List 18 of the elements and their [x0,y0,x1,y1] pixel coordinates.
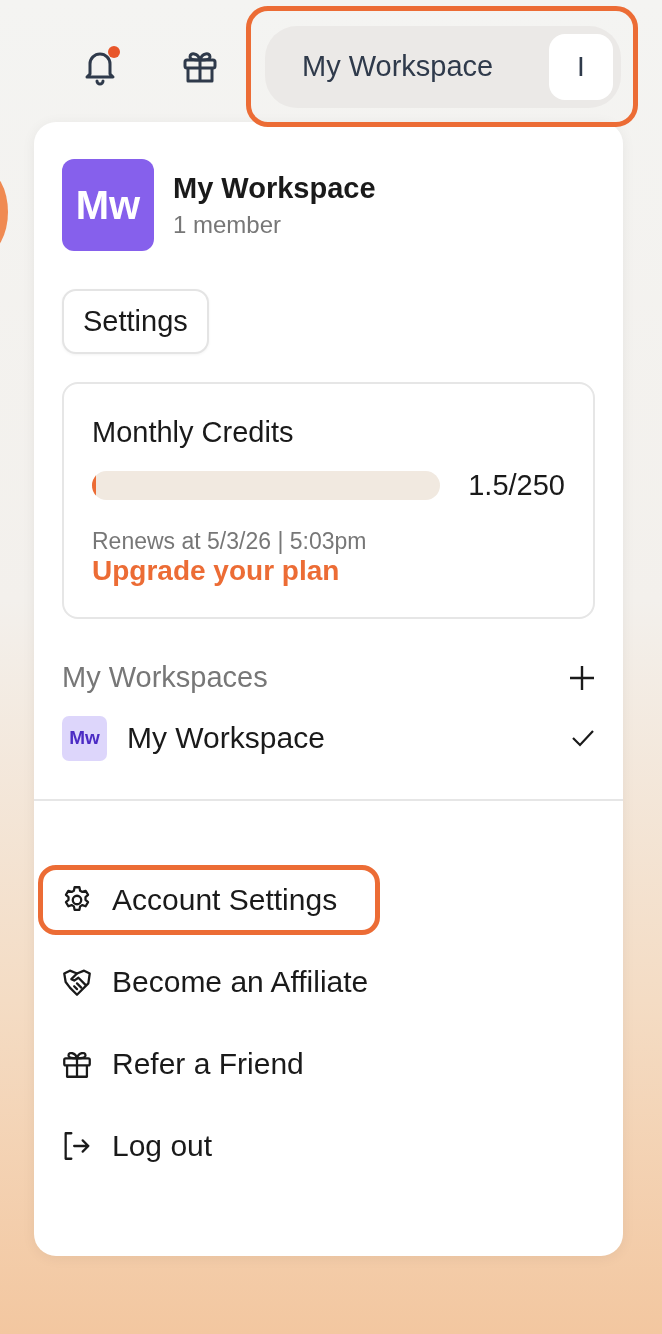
credits-title: Monthly Credits [92,416,295,449]
workspace-button[interactable]: My Workspace I [265,25,621,108]
menu-item[interactable]: Log out [38,1111,256,1181]
settings-button[interactable]: Settings [62,289,209,354]
menu-item[interactable]: Account Settings [38,865,381,935]
workspace-item[interactable]: Mw My Workspace [34,714,623,762]
workspace-avatar: Mw [62,159,154,251]
user-avatar: I [549,33,613,100]
menu-item[interactable]: Refer a Friend [38,1029,347,1099]
workspace-name: My Workspace [173,171,376,205]
add-icon[interactable] [569,664,595,691]
workspace-avatar: Mw [62,715,107,761]
workspaces-heading: My Workspaces [62,661,268,694]
credits-reading: 1.5/250 [468,469,565,502]
member-count: 1 member [173,210,283,239]
renewal-text: Renews at 5/3/26 | 5:03pm [92,528,368,555]
check-icon [571,729,595,747]
menu-item[interactable]: Become an Affiliate [38,947,412,1017]
